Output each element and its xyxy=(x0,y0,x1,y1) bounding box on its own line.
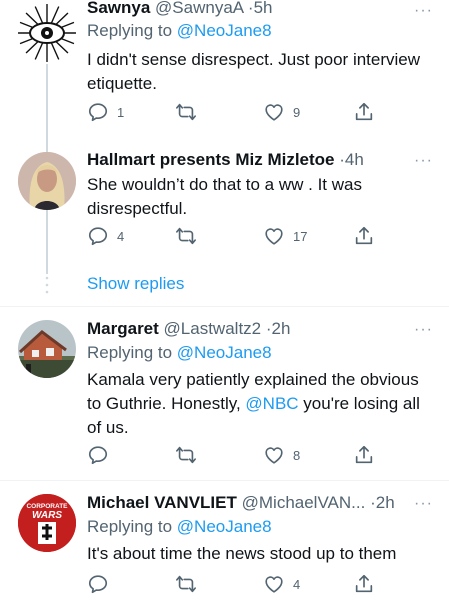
user-handle[interactable]: @SawnyaA xyxy=(155,0,243,17)
replying-to-mention[interactable]: @NeoJane8 xyxy=(177,343,272,362)
replying-to: Replying to @NeoJane8 xyxy=(87,342,272,364)
heart-icon xyxy=(265,228,283,245)
tweet-actions: 1 9 xyxy=(87,100,377,124)
avatar[interactable]: CORPORATE WARS xyxy=(18,494,76,552)
reply-count: 1 xyxy=(117,104,125,120)
retweet-icon xyxy=(176,103,196,121)
share-icon xyxy=(355,574,373,593)
tweet-text: She wouldn’t do that to a ww . It was di… xyxy=(87,175,362,218)
more-options-icon[interactable]: ··· xyxy=(414,322,433,338)
retweet-icon xyxy=(176,575,196,593)
replying-to: Replying to @NeoJane8 xyxy=(87,516,272,538)
reply-icon xyxy=(88,446,108,465)
like-button[interactable]: 17 xyxy=(263,224,307,248)
replying-to: Replying to @NeoJane8 xyxy=(87,20,272,42)
avatar[interactable] xyxy=(18,152,76,210)
reply-button[interactable] xyxy=(87,572,109,596)
replying-to-mention[interactable]: @NeoJane8 xyxy=(177,517,272,536)
display-name[interactable]: Sawnya xyxy=(87,0,150,17)
display-name[interactable]: Hallmart presents Miz Mizletoe xyxy=(87,150,335,169)
show-replies-link[interactable]: Show replies xyxy=(87,273,184,295)
like-count: 8 xyxy=(293,447,301,463)
tweet-sawnya[interactable]: Sawnya @SawnyaA ·5h ··· Replying to @Neo… xyxy=(0,0,449,274)
share-button[interactable] xyxy=(353,100,375,124)
avatar-text: CORPORATE xyxy=(26,503,68,510)
user-handle[interactable]: @Lastwaltz2 xyxy=(164,319,262,338)
reply-button[interactable]: 4 xyxy=(87,224,124,248)
tweet-actions: 8 xyxy=(87,443,377,467)
tweet-actions: 4 xyxy=(87,572,377,596)
display-name[interactable]: Margaret xyxy=(87,319,159,338)
like-button[interactable]: 9 xyxy=(263,100,300,124)
like-count: 4 xyxy=(293,576,301,592)
retweet-icon xyxy=(176,227,196,245)
share-icon xyxy=(355,102,373,121)
tweet-actions: 4 17 xyxy=(87,224,377,248)
timestamp[interactable]: 2h xyxy=(376,493,395,512)
retweet-button[interactable] xyxy=(175,443,197,467)
user-handle[interactable]: @MichaelVAN... xyxy=(242,493,366,512)
timestamp[interactable]: 4h xyxy=(345,150,364,169)
avatar[interactable] xyxy=(18,320,76,378)
avatar[interactable] xyxy=(18,4,76,62)
tweet-header: Sawnya @SawnyaA ·5h xyxy=(87,0,435,19)
like-button[interactable]: 4 xyxy=(263,572,300,596)
thread-dots-icon xyxy=(45,276,49,294)
more-options-icon[interactable]: ··· xyxy=(414,153,433,169)
tweet-mention-link[interactable]: @NBC xyxy=(245,394,298,413)
tweet-header: Michael VANVLIET @MichaelVAN... ·2h xyxy=(87,492,435,514)
heart-icon xyxy=(265,104,283,121)
tweet-text: Kamala very patiently explained the obvi… xyxy=(87,368,437,440)
retweet-button[interactable] xyxy=(175,572,197,596)
replying-to-label: Replying to xyxy=(87,517,173,536)
avatar-text: WARS xyxy=(32,510,62,521)
tweet-text: It's about time the news stood up to the… xyxy=(87,544,397,563)
like-count: 9 xyxy=(293,104,301,120)
more-options-icon[interactable]: ··· xyxy=(414,496,433,512)
timestamp[interactable]: 5h xyxy=(254,0,273,17)
retweet-icon xyxy=(176,446,196,464)
reply-button[interactable]: 1 xyxy=(87,100,124,124)
reply-icon xyxy=(88,103,108,122)
share-button[interactable] xyxy=(353,443,375,467)
tweet-text: I didn't sense disrespect. Just poor int… xyxy=(87,50,421,93)
tweet-michael[interactable]: CORPORATE WARS Michael VANVLIET @Michael… xyxy=(0,481,449,600)
heart-icon xyxy=(265,447,283,464)
tweet-margaret[interactable]: Margaret @Lastwaltz2 ·2h ··· Replying to… xyxy=(0,307,449,480)
share-button[interactable] xyxy=(353,224,375,248)
more-options-icon[interactable]: ··· xyxy=(414,3,433,19)
like-count: 17 xyxy=(293,228,308,244)
share-button[interactable] xyxy=(353,572,375,596)
tweet-header: Hallmart presents Miz Mizletoe ·4h xyxy=(87,149,435,171)
reply-icon xyxy=(88,575,108,594)
tweet-header: Margaret @Lastwaltz2 ·2h xyxy=(87,318,435,340)
share-icon xyxy=(355,226,373,245)
timestamp[interactable]: 2h xyxy=(272,319,291,338)
retweet-button[interactable] xyxy=(175,100,197,124)
share-icon xyxy=(355,445,373,464)
reply-button[interactable] xyxy=(87,443,109,467)
reply-icon xyxy=(88,227,108,246)
like-button[interactable]: 8 xyxy=(263,443,300,467)
heart-icon xyxy=(265,576,283,593)
replying-to-label: Replying to xyxy=(87,343,173,362)
retweet-button[interactable] xyxy=(175,224,197,248)
tweet-hallmart[interactable]: Hallmart presents Miz Mizletoe ·4h ··· S… xyxy=(0,140,449,260)
reply-count: 4 xyxy=(117,228,125,244)
replying-to-mention[interactable]: @NeoJane8 xyxy=(177,21,272,40)
display-name[interactable]: Michael VANVLIET xyxy=(87,493,237,512)
replying-to-label: Replying to xyxy=(87,21,173,40)
